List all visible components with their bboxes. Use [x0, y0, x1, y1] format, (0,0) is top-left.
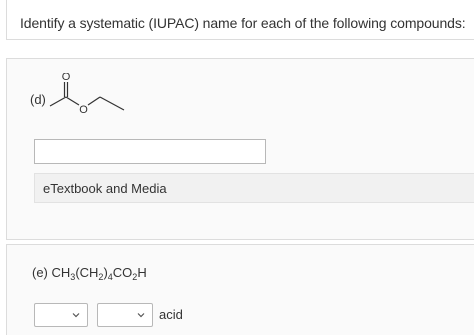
- formula-text: CH: [51, 265, 71, 280]
- chevron-down-icon: [137, 313, 145, 318]
- question-page: Identify a systematic (IUPAC) name for e…: [0, 0, 474, 335]
- formula-text: CO: [112, 265, 133, 280]
- acid-suffix-label: acid: [159, 307, 183, 322]
- ethyl-acetate-structure: O O: [49, 73, 125, 116]
- formula-text: H: [137, 265, 147, 280]
- prefix-select-2[interactable]: [97, 303, 153, 327]
- question-header: Identify a systematic (IUPAC) name for e…: [6, 0, 474, 40]
- part-e-label: (e): [32, 265, 48, 280]
- part-d-answer-input[interactable]: [34, 139, 266, 164]
- question-prompt: Identify a systematic (IUPAC) name for e…: [20, 15, 466, 31]
- prefix-select-1[interactable]: [34, 303, 88, 327]
- chevron-down-icon: [72, 313, 80, 318]
- condensed-formula: CH3(CH2)4CO2H: [51, 265, 147, 282]
- carbonyl-oxygen-label: O: [62, 73, 71, 83]
- etextbook-media-label: eTextbook and Media: [43, 181, 167, 196]
- formula-text: (CH: [75, 265, 99, 280]
- part-e-formula: (e) CH3(CH2)4CO2H: [32, 265, 147, 282]
- etextbook-media-button[interactable]: eTextbook and Media: [34, 173, 474, 203]
- ester-oxygen-label: O: [79, 104, 88, 116]
